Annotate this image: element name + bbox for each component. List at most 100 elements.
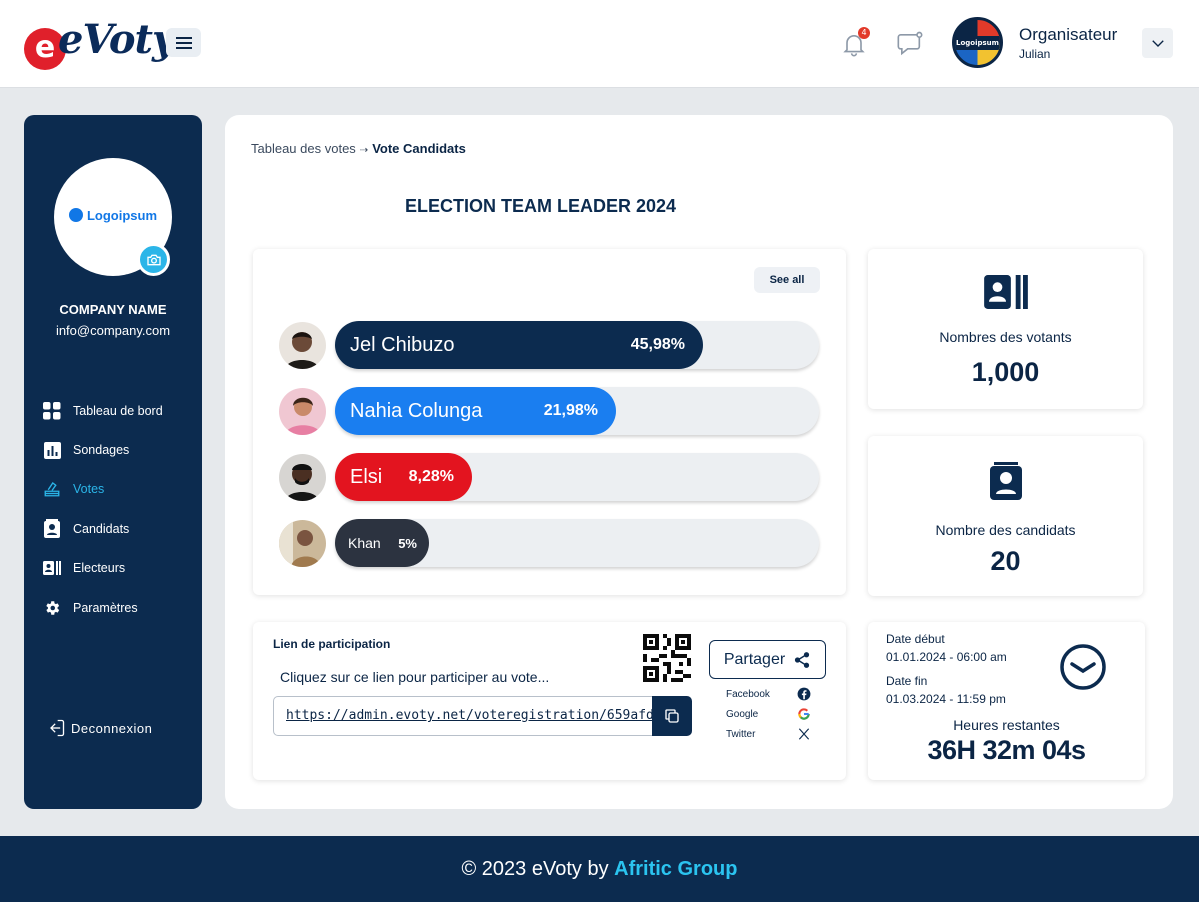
menu-line <box>175 36 192 39</box>
dashboard-icon <box>42 401 62 421</box>
voters-count-value: 1,000 <box>971 357 1040 387</box>
end-date-label: Date fin <box>886 674 928 688</box>
share-google[interactable]: Google <box>726 705 811 723</box>
logout-icon <box>50 719 65 737</box>
candidates-icon <box>989 462 1022 500</box>
logout-button[interactable]: Deconnexion <box>46 718 152 738</box>
footer: © 2023 eVoty by Afritic Group <box>0 836 1199 902</box>
candidate-photo <box>279 454 326 501</box>
participation-link-hint: Cliquez sur ce lien pour participer au v… <box>280 669 550 685</box>
logout-label: Deconnexion <box>71 720 153 736</box>
candidate-row[interactable]: Elsi 8,28% <box>279 453 820 501</box>
candidates-count-card: Nombre des candidats 20 <box>868 436 1143 596</box>
breadcrumb-parent[interactable]: Tableau des votes <box>251 141 356 156</box>
company-email: info@company.com <box>55 323 171 338</box>
see-all-button[interactable]: See all <box>754 267 820 293</box>
end-date-value: 01.03.2024 - 11:59 pm <box>886 692 1006 706</box>
candidate-row[interactable]: Jel Chibuzo 45,98% <box>279 321 820 369</box>
candidate-percent: 45,98% <box>630 336 685 353</box>
copy-icon <box>665 709 679 723</box>
chevron-down-icon <box>1151 40 1164 47</box>
vote-bar-fill: Jel Chibuzo 45,98% <box>335 321 703 369</box>
share-button-label: Partager <box>723 650 786 668</box>
camera-icon <box>146 254 161 265</box>
sidebar-item-settings[interactable]: Paramètres <box>42 588 192 627</box>
user-avatar[interactable]: Logoipsum <box>952 17 1003 68</box>
sidebar-item-polls[interactable]: Sondages <box>42 430 192 469</box>
notification-badge: 4 <box>858 27 870 39</box>
candidate-name: Elsi <box>350 465 383 488</box>
sidebar-item-label: Electeurs <box>73 561 126 576</box>
sidebar-item-label: Tableau de bord <box>73 403 163 418</box>
evoty-logo[interactable]: e eVoty <box>24 16 175 70</box>
user-menu-dropdown[interactable] <box>1142 28 1173 58</box>
vote-bar-track: Nahia Colunga 21,98% <box>335 387 819 435</box>
page-title: ELECTION TEAM LEADER 2024 <box>405 196 677 216</box>
candidate-name: Khan <box>348 535 381 551</box>
notifications-button[interactable]: 4 <box>840 27 870 58</box>
sidebar-item-label: Sondages <box>73 443 130 458</box>
clock-icon <box>1060 644 1106 690</box>
vote-icon <box>42 479 62 499</box>
candidate-row[interactable]: Khan 5% <box>279 519 820 567</box>
candidate-percent: 21,98% <box>543 402 598 419</box>
candidate-percent: 8,28% <box>408 468 454 485</box>
breadcrumb-current: Vote Candidats <box>372 141 466 156</box>
start-date-value: 01.01.2024 - 06:00 am <box>886 650 1007 664</box>
menu-line <box>175 46 192 49</box>
candidates-count-value: 20 <box>990 546 1021 576</box>
candidate-photo <box>279 388 326 435</box>
vote-bar-track: Khan 5% <box>335 519 819 567</box>
voters-icon <box>42 558 62 578</box>
share-facebook[interactable]: Facebook <box>726 685 811 703</box>
sidebar-item-label: Paramètres <box>73 600 138 615</box>
vote-bar-fill: Elsi 8,28% <box>335 453 472 501</box>
main-panel: Tableau des votes ⇢ Vote Candidats ELECTIO… <box>225 115 1173 809</box>
sidebar-item-voters[interactable]: Electeurs <box>42 549 192 588</box>
chart-icon <box>42 440 62 460</box>
top-bar: e eVoty 4 Logoipsum Organisateur Julian <box>0 0 1199 88</box>
share-icon <box>795 651 810 668</box>
vote-bar-fill: Nahia Colunga 21,98% <box>335 387 616 435</box>
sidebar-nav: Tableau de bord Sondages Votes Candidats… <box>42 391 192 627</box>
sidebar-item-candidates[interactable]: Candidats <box>42 509 192 548</box>
start-date-label: Date début <box>886 632 945 646</box>
copy-link-button[interactable] <box>652 696 692 736</box>
vote-bar-fill: Khan 5% <box>335 519 429 567</box>
voters-count-card: Nombres des votants 1,000 <box>868 249 1143 409</box>
breadcrumb-separator: ⇢ <box>359 145 369 156</box>
social-label: Twitter <box>726 728 756 740</box>
election-schedule-card: Date début 01.01.2024 - 06:00 am Date fi… <box>868 622 1145 780</box>
sidebar-item-dashboard[interactable]: Tableau de bord <box>42 391 192 430</box>
change-logo-button[interactable] <box>137 243 170 276</box>
share-twitter[interactable]: Twitter <box>726 725 811 743</box>
footer-brand-link[interactable]: Afritic Group <box>614 858 737 880</box>
logo-dot <box>68 208 83 222</box>
candidate-photo <box>279 322 326 369</box>
sidebar-item-label: Votes <box>73 482 105 497</box>
footer-copyright: © 2023 eVoty by <box>461 858 615 880</box>
sidebar: Logoipsum COMPANY NAME info@company.com … <box>24 115 202 809</box>
social-label: Facebook <box>726 688 770 700</box>
google-icon <box>798 708 810 720</box>
gear-icon <box>42 598 62 618</box>
hamburger-menu-button[interactable] <box>166 28 201 57</box>
avatar-logo-text: Logoipsum <box>955 36 1000 50</box>
participation-link-card: Lien de participation Cliquez sur ce lie… <box>253 622 846 780</box>
candidate-row[interactable]: Nahia Colunga 21,98% <box>279 387 820 435</box>
candidate-name: Jel Chibuzo <box>350 333 455 356</box>
facebook-icon <box>797 687 811 701</box>
participation-link-title: Lien de participation <box>273 637 391 651</box>
messages-button[interactable] <box>896 29 924 57</box>
voters-icon <box>983 275 1028 309</box>
vote-bar-track: Jel Chibuzo 45,98% <box>335 321 819 369</box>
sidebar-item-votes[interactable]: Votes <box>42 470 192 509</box>
qr-code-icon[interactable] <box>643 634 691 682</box>
participation-link-field[interactable]: https://admin.evoty.net/voteregistration… <box>273 696 653 736</box>
share-button[interactable]: Partager <box>709 640 826 679</box>
menu-line <box>175 41 192 44</box>
chat-icon <box>897 31 923 56</box>
candidate-photo <box>279 520 326 567</box>
breadcrumb: Tableau des votes ⇢ Vote Candidats <box>251 141 466 156</box>
remaining-time-label: Heures restantes <box>953 717 1060 733</box>
